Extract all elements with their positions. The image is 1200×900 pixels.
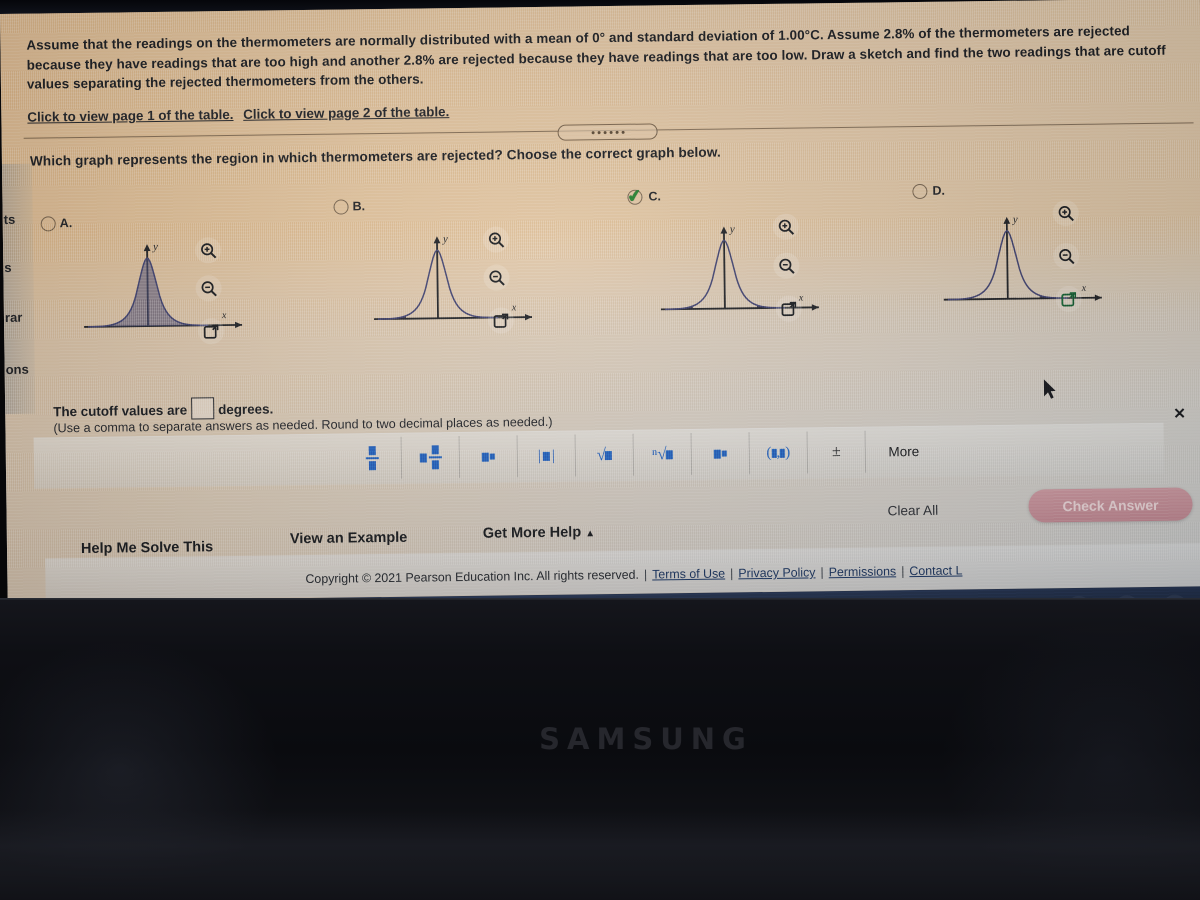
screen-pixel-texture [0, 0, 1200, 614]
monitor-brand-logo: SAMSUNG [539, 722, 753, 756]
monitor-screen: ts s rar ons Assume that the readings on… [0, 0, 1200, 614]
monitor-photo: ts s rar ons Assume that the readings on… [0, 0, 1200, 900]
monitor-stand-shadow [0, 810, 1200, 900]
